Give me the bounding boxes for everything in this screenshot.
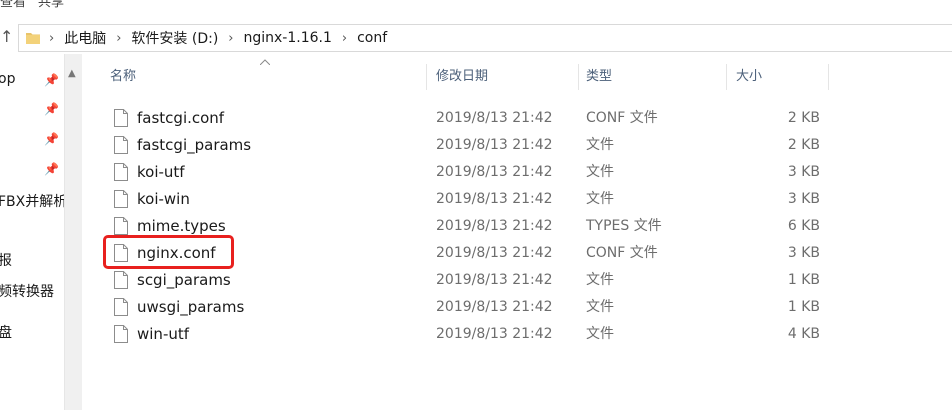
file-name: koi-utf — [137, 163, 185, 181]
folder-icon — [26, 33, 40, 44]
sort-ascending-icon[interactable] — [260, 59, 270, 65]
nav-item-desktop[interactable]: op — [0, 71, 15, 87]
highlight-annotation — [103, 235, 234, 269]
file-date: 2019/8/13 21:42 — [436, 137, 553, 153]
breadcrumb-separator[interactable]: › — [228, 31, 233, 46]
file-icon — [114, 271, 128, 289]
file-name: scgi_params — [137, 271, 231, 289]
ribbon-tab-share[interactable]: 共享 — [38, 0, 64, 10]
file-list: 名称 修改日期 类型 大小 fastcgi.conf 2019/8/13 21:4… — [82, 54, 952, 410]
file-row[interactable]: koi-win 2019/8/13 21:42 文件 3 KB — [82, 186, 952, 213]
file-type: 文件 — [586, 164, 614, 180]
column-header-size[interactable]: 大小 — [736, 64, 762, 90]
pin-icon[interactable]: 📌 — [44, 162, 59, 176]
file-icon — [114, 217, 128, 235]
file-size: 3 KB — [787, 245, 820, 261]
file-type: 文件 — [586, 191, 614, 207]
column-divider[interactable] — [578, 64, 579, 90]
file-date: 2019/8/13 21:42 — [436, 191, 553, 207]
address-bar[interactable]: › 此电脑 › 软件安装 (D:) › nginx-1.16.1 › conf — [18, 24, 952, 52]
file-date: 2019/8/13 21:42 — [436, 326, 553, 342]
file-type: 文件 — [586, 272, 614, 288]
file-size: 2 KB — [787, 137, 820, 153]
file-icon — [114, 136, 128, 154]
file-type: 文件 — [586, 137, 614, 153]
file-row[interactable]: scgi_params 2019/8/13 21:42 文件 1 KB — [82, 267, 952, 294]
ribbon-tab-view[interactable]: 查看 — [0, 0, 26, 10]
breadcrumb-separator[interactable]: › — [342, 31, 347, 46]
breadcrumb: › 此电脑 › 软件安装 (D:) › nginx-1.16.1 › conf — [45, 25, 387, 51]
file-row[interactable]: fastcgi_params 2019/8/13 21:42 文件 2 KB — [82, 132, 952, 159]
column-header-type[interactable]: 类型 — [586, 64, 612, 90]
breadcrumb-separator[interactable]: › — [49, 31, 54, 46]
column-divider[interactable] — [828, 64, 829, 90]
file-type: TYPES 文件 — [586, 218, 662, 234]
file-date: 2019/8/13 21:42 — [436, 272, 553, 288]
file-icon — [114, 190, 128, 208]
file-icon — [114, 325, 128, 343]
nav-scrollbar[interactable]: ▲ — [64, 54, 82, 410]
file-size: 3 KB — [787, 164, 820, 180]
pin-icon[interactable]: 📌 — [44, 132, 59, 146]
file-name: uwsgi_params — [137, 298, 245, 316]
breadcrumb-conf-folder[interactable]: conf — [357, 30, 387, 46]
nav-item-report[interactable]: 报 — [0, 250, 12, 270]
column-header-date[interactable]: 修改日期 — [436, 64, 488, 90]
file-size: 3 KB — [787, 191, 820, 207]
nav-item-disk[interactable]: 盘 — [0, 322, 12, 342]
file-size: 1 KB — [787, 299, 820, 315]
file-icon — [114, 109, 128, 127]
column-header-name[interactable]: 名称 — [110, 64, 136, 90]
nav-item-fbx[interactable]: FBX并解析 — [0, 191, 64, 211]
file-row[interactable]: fastcgi.conf 2019/8/13 21:42 CONF 文件 2 KB — [82, 105, 952, 132]
file-row[interactable]: koi-utf 2019/8/13 21:42 文件 3 KB — [82, 159, 952, 186]
ribbon-bar: 查看 共享 — [0, 0, 952, 22]
file-type: 文件 — [586, 299, 614, 315]
pin-icon[interactable]: 📌 — [44, 102, 59, 116]
file-type: 文件 — [586, 326, 614, 342]
file-name: fastcgi.conf — [137, 109, 225, 127]
pin-icon[interactable]: 📌 — [44, 73, 59, 87]
scroll-up-icon[interactable]: ▲ — [68, 68, 76, 79]
file-size: 4 KB — [787, 326, 820, 342]
file-size: 6 KB — [787, 218, 820, 234]
file-size: 2 KB — [787, 110, 820, 126]
column-divider[interactable] — [726, 64, 727, 90]
address-row: ↑ › 此电脑 › 软件安装 (D:) › nginx-1.16.1 › con… — [0, 22, 952, 54]
nav-item-converter[interactable]: 频转换器 — [0, 281, 54, 301]
file-name: koi-win — [137, 190, 190, 208]
file-row[interactable]: uwsgi_params 2019/8/13 21:42 文件 1 KB — [82, 294, 952, 321]
up-arrow-icon[interactable]: ↑ — [0, 27, 16, 47]
file-date: 2019/8/13 21:42 — [436, 110, 553, 126]
file-name: win-utf — [137, 325, 190, 343]
file-size: 1 KB — [787, 272, 820, 288]
file-date: 2019/8/13 21:42 — [436, 245, 553, 261]
file-row[interactable]: win-utf 2019/8/13 21:42 文件 4 KB — [82, 321, 952, 348]
file-date: 2019/8/13 21:42 — [436, 164, 553, 180]
file-icon — [114, 298, 128, 316]
file-type: CONF 文件 — [586, 110, 658, 126]
file-date: 2019/8/13 21:42 — [436, 299, 553, 315]
breadcrumb-this-pc[interactable]: 此电脑 — [64, 28, 106, 48]
breadcrumb-nginx-folder[interactable]: nginx-1.16.1 — [243, 30, 331, 46]
file-icon — [114, 163, 128, 181]
column-divider[interactable] — [426, 64, 427, 90]
breadcrumb-drive-d[interactable]: 软件安装 (D:) — [131, 28, 218, 48]
file-name: fastcgi_params — [137, 136, 252, 154]
file-date: 2019/8/13 21:42 — [436, 218, 553, 234]
navigation-pane: op 📌 📌 📌 📌 FBX并解析 报 频转换器 盘 — [0, 54, 64, 410]
file-type: CONF 文件 — [586, 245, 658, 261]
breadcrumb-separator[interactable]: › — [116, 31, 121, 46]
